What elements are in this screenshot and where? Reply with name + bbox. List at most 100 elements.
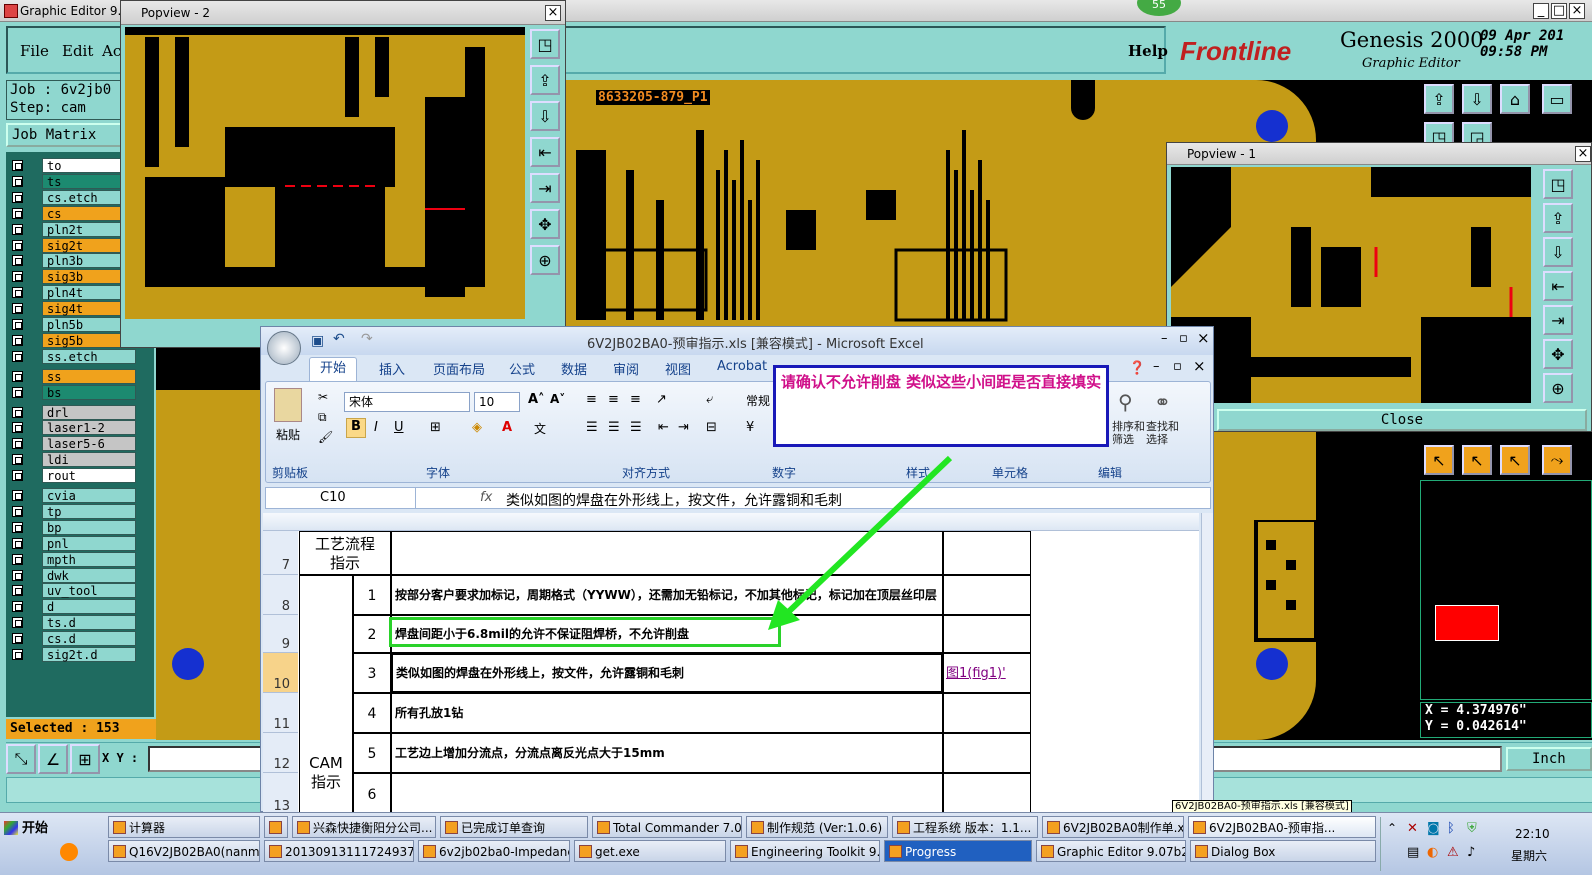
security-icon[interactable]: ⛨ [1467,821,1477,836]
ribbon-tab[interactable]: 审阅 [613,359,639,378]
popview-tool-icon[interactable]: ⇩ [530,101,560,131]
layer-row[interactable]: pnl [10,535,136,551]
layer-row[interactable]: bs [10,384,136,400]
layer-row[interactable]: pln3b [10,253,136,269]
layer-checkbox[interactable] [12,160,23,171]
taskbar-button[interactable]: 6V2JB02BA0制作单.xl... [1042,816,1184,838]
bluetooth-icon[interactable]: ᛒ [1447,821,1455,836]
tray-expand-icon[interactable]: ⌃ [1387,821,1397,835]
xy-input[interactable] [148,746,268,772]
zoom-icon[interactable]: ⤡ [6,744,36,774]
sort-filter-icon[interactable]: ⚲ [1118,390,1133,414]
popview-tool-icon[interactable]: ⇩ [1543,237,1573,267]
layer-name[interactable]: laser1-2 [42,420,136,436]
font-name-select[interactable]: 宋体 [344,392,470,412]
layer-checkbox[interactable] [12,271,23,283]
layer-name[interactable]: bs [42,384,136,400]
taskbar-button[interactable]: Q16V2JB02BA0(nanmin)... [108,840,260,862]
index-cell[interactable]: 4 [353,693,391,733]
ribbon-tab[interactable]: Acrobat [717,359,767,374]
popview-close-button[interactable]: Close [1217,409,1587,431]
minimize-icon[interactable]: – [1161,331,1168,346]
align-middle-icon[interactable]: ≡ [608,392,619,407]
layer-checkbox[interactable] [12,207,23,219]
link-cell[interactable]: 图1(fig1)' [943,653,1031,693]
taskbar-button[interactable]: 已完成订单查询 [440,816,588,838]
layer-name[interactable]: cvia [42,488,136,503]
cut-icon[interactable]: ✂ [318,390,328,404]
vertical-scrollbar[interactable] [1201,513,1213,813]
close-icon[interactable]: × [1569,3,1585,19]
layer-checkbox[interactable] [12,255,23,267]
link-cell[interactable] [943,773,1031,815]
taskbar-button[interactable]: Total Commander 7.0 ... [592,816,742,838]
layer-row[interactable]: bp [10,519,136,535]
layer-name[interactable]: tp [42,503,136,519]
layer-row[interactable]: laser1-2 [10,420,136,436]
index-cell[interactable]: 5 [353,733,391,773]
popview-tool-icon[interactable]: ⇥ [530,173,560,203]
layer-checkbox[interactable] [12,649,23,660]
ribbon-min-icon[interactable]: – [1153,359,1160,374]
home-icon[interactable]: ⌂ [1500,84,1530,114]
taskbar-button[interactable]: 6V2JB02BA0-预审指... [1188,816,1376,838]
layer-checkbox[interactable] [12,334,23,346]
taskbar-button[interactable]: 兴森快捷衡阳分公司... [292,816,436,838]
sort-filter-label[interactable]: 排序和 筛选 [1112,420,1146,446]
function-icon[interactable]: fx [480,490,492,505]
orientation-icon[interactable]: ↗ [656,392,667,407]
instruction-cell[interactable] [391,773,943,815]
layer-name[interactable]: dwk [42,567,136,583]
toolbar-icon[interactable]: ▭ [1542,84,1572,114]
border-icon[interactable]: ⊞ [430,420,441,435]
layer-checkbox[interactable] [12,553,23,565]
row-header[interactable]: 10 [263,653,298,693]
tray-icon[interactable]: ▤ [1407,845,1419,860]
layer-row[interactable]: drl [10,404,136,420]
layer-row[interactable]: ts.d [10,615,136,631]
outdent-icon[interactable]: ⇥ [678,420,689,435]
layer-name[interactable]: sig2t.d [42,647,136,662]
layer-checkbox[interactable] [12,454,23,466]
layer-checkbox[interactable] [12,406,23,418]
popview-tool-icon[interactable]: ✥ [1543,339,1573,369]
underline-icon[interactable]: U [394,420,404,435]
copy-icon[interactable]: ⧉ [318,410,327,425]
layer-row[interactable]: laser5-6 [10,436,136,452]
menu-action[interactable]: Ac [102,42,121,60]
taskbar-button[interactable]: Dialog Box [1190,840,1376,862]
ribbon-close-icon[interactable]: × [1193,357,1206,375]
units-button[interactable]: Inch [1506,747,1592,771]
layer-checkbox[interactable] [12,350,23,362]
clock-day[interactable]: 星期六 [1511,847,1547,864]
layer-checkbox[interactable] [12,422,23,434]
instruction-cell[interactable]: 工艺边上增加分流点，分流点离反光点大于15mm [391,733,943,773]
layer-row[interactable]: ss.etch [10,348,136,364]
layer-row[interactable]: ts [10,173,136,189]
layer-row[interactable]: sig5b [10,332,136,348]
measure-icon[interactable]: ∠ [38,744,68,774]
layer-name[interactable]: mpth [42,551,136,567]
save-icon[interactable]: ▣ [311,333,324,349]
ribbon-tab[interactable]: 开始 [309,357,358,381]
layer-row[interactable]: cs [10,205,136,221]
popview-tool-icon[interactable]: ✥ [530,209,560,239]
font-size-select[interactable]: 10 [474,392,520,412]
layer-checkbox[interactable] [12,438,23,450]
undo-icon[interactable]: ↶ [333,331,345,347]
popview-tool-icon[interactable]: ⊕ [530,245,560,275]
taskbar-button[interactable]: Progress [884,840,1032,862]
layer-name[interactable]: bp [42,519,136,535]
layer-checkbox[interactable] [12,617,23,629]
format-painter-icon[interactable]: 🖌 [318,430,333,444]
grid-icon[interactable]: ⊞ [70,744,100,774]
layer-checkbox[interactable] [12,386,23,398]
cam-section-label[interactable]: CAM 指示 [299,575,353,815]
link-cell[interactable] [943,733,1031,773]
taskbar-button[interactable]: 6v2jb02ba0-Impedance... [418,840,570,862]
layer-checkbox[interactable] [12,633,23,645]
layer-row[interactable]: sig4t [10,301,136,317]
popview-1-canvas[interactable] [1171,167,1531,403]
bold-icon[interactable]: B [346,418,366,438]
office-button-icon[interactable] [267,331,301,365]
